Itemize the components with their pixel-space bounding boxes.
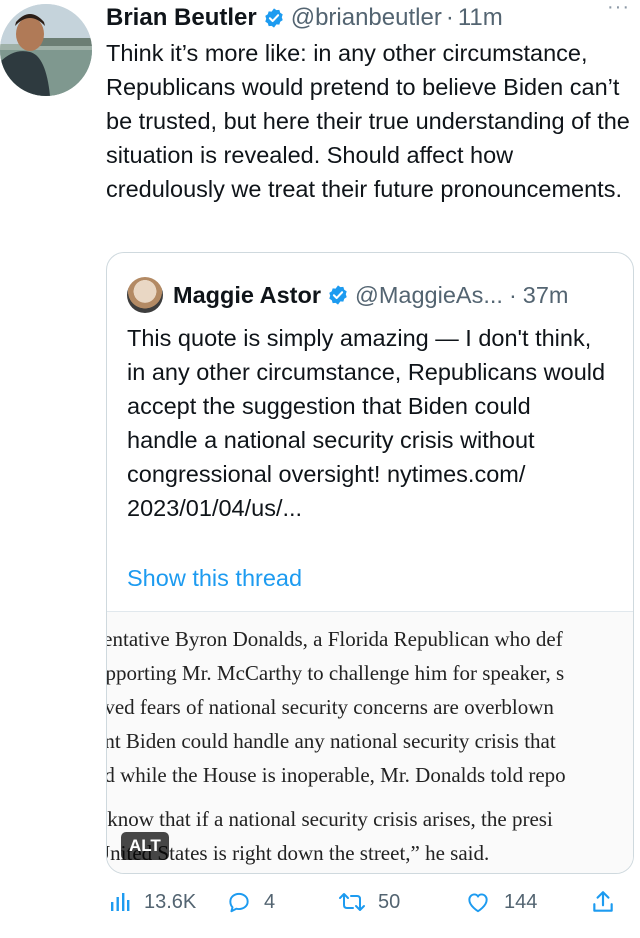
retweet-button[interactable]: 50 <box>338 889 400 915</box>
views-button[interactable]: 13.6K <box>108 890 196 914</box>
heart-icon <box>464 889 492 915</box>
quote-header-separator: · <box>508 281 517 308</box>
share-icon <box>590 889 616 915</box>
share-button[interactable] <box>590 889 616 915</box>
reply-count: 4 <box>264 890 276 913</box>
more-options-icon[interactable]: ··· <box>607 0 630 19</box>
image-text-line: I know that if a national security crisi… <box>107 807 553 831</box>
tweet-timestamp[interactable]: 11m <box>458 4 503 32</box>
retweet-icon <box>338 889 366 915</box>
image-text-line: ent Biden could handle any national secu… <box>107 729 556 753</box>
image-text-line: United States is right down the street,”… <box>107 841 490 865</box>
image-text-line: eved fears of national security concerns… <box>107 695 554 719</box>
author-avatar[interactable] <box>0 4 92 96</box>
author-name[interactable]: Brian Beutler <box>106 4 257 32</box>
quote-header: Maggie Astor @MaggieAs... · 37m <box>127 277 568 313</box>
views-count: 13.6K <box>144 890 197 913</box>
quote-tweet-card[interactable]: Maggie Astor @MaggieAs... · 37m This quo… <box>106 252 634 874</box>
tweet-header: Brian Beutler @brianbeutler · 11m ··· <box>106 0 636 34</box>
alt-text-badge[interactable]: ALT <box>121 832 169 860</box>
reply-icon <box>226 889 252 915</box>
retweet-count: 50 <box>378 890 401 913</box>
quote-timestamp: 37m <box>522 281 569 308</box>
tweet-text: Think it’s more like: in any other circu… <box>106 40 630 202</box>
verified-badge-icon <box>263 7 285 29</box>
quote-verified-badge-icon <box>327 284 349 306</box>
like-button[interactable]: 144 <box>464 889 537 915</box>
like-count: 144 <box>504 890 538 913</box>
image-text-line: upporting Mr. McCarthy to challenge him … <box>107 661 565 685</box>
image-text-line: ed while the House is inoperable, Mr. Do… <box>107 763 566 787</box>
quote-author-handle: @MaggieAs... <box>354 281 503 308</box>
image-text-line: sentative Byron Donalds, a Florida Repub… <box>107 627 563 651</box>
analytics-icon <box>108 890 132 914</box>
header-separator: · <box>445 4 454 31</box>
author-handle[interactable]: @brianbeutler <box>291 4 442 32</box>
quote-attached-image[interactable]: sentative Byron Donalds, a Florida Repub… <box>107 611 633 873</box>
quote-author-avatar <box>127 277 163 313</box>
quote-author-name: Maggie Astor <box>173 281 321 308</box>
show-thread-link[interactable]: Show this thread <box>127 565 302 592</box>
quote-text: This quote is simply amazing — I don't t… <box>127 325 606 521</box>
reply-button[interactable]: 4 <box>226 889 275 915</box>
tweet-action-bar: 13.6K 4 50 144 <box>106 880 636 924</box>
